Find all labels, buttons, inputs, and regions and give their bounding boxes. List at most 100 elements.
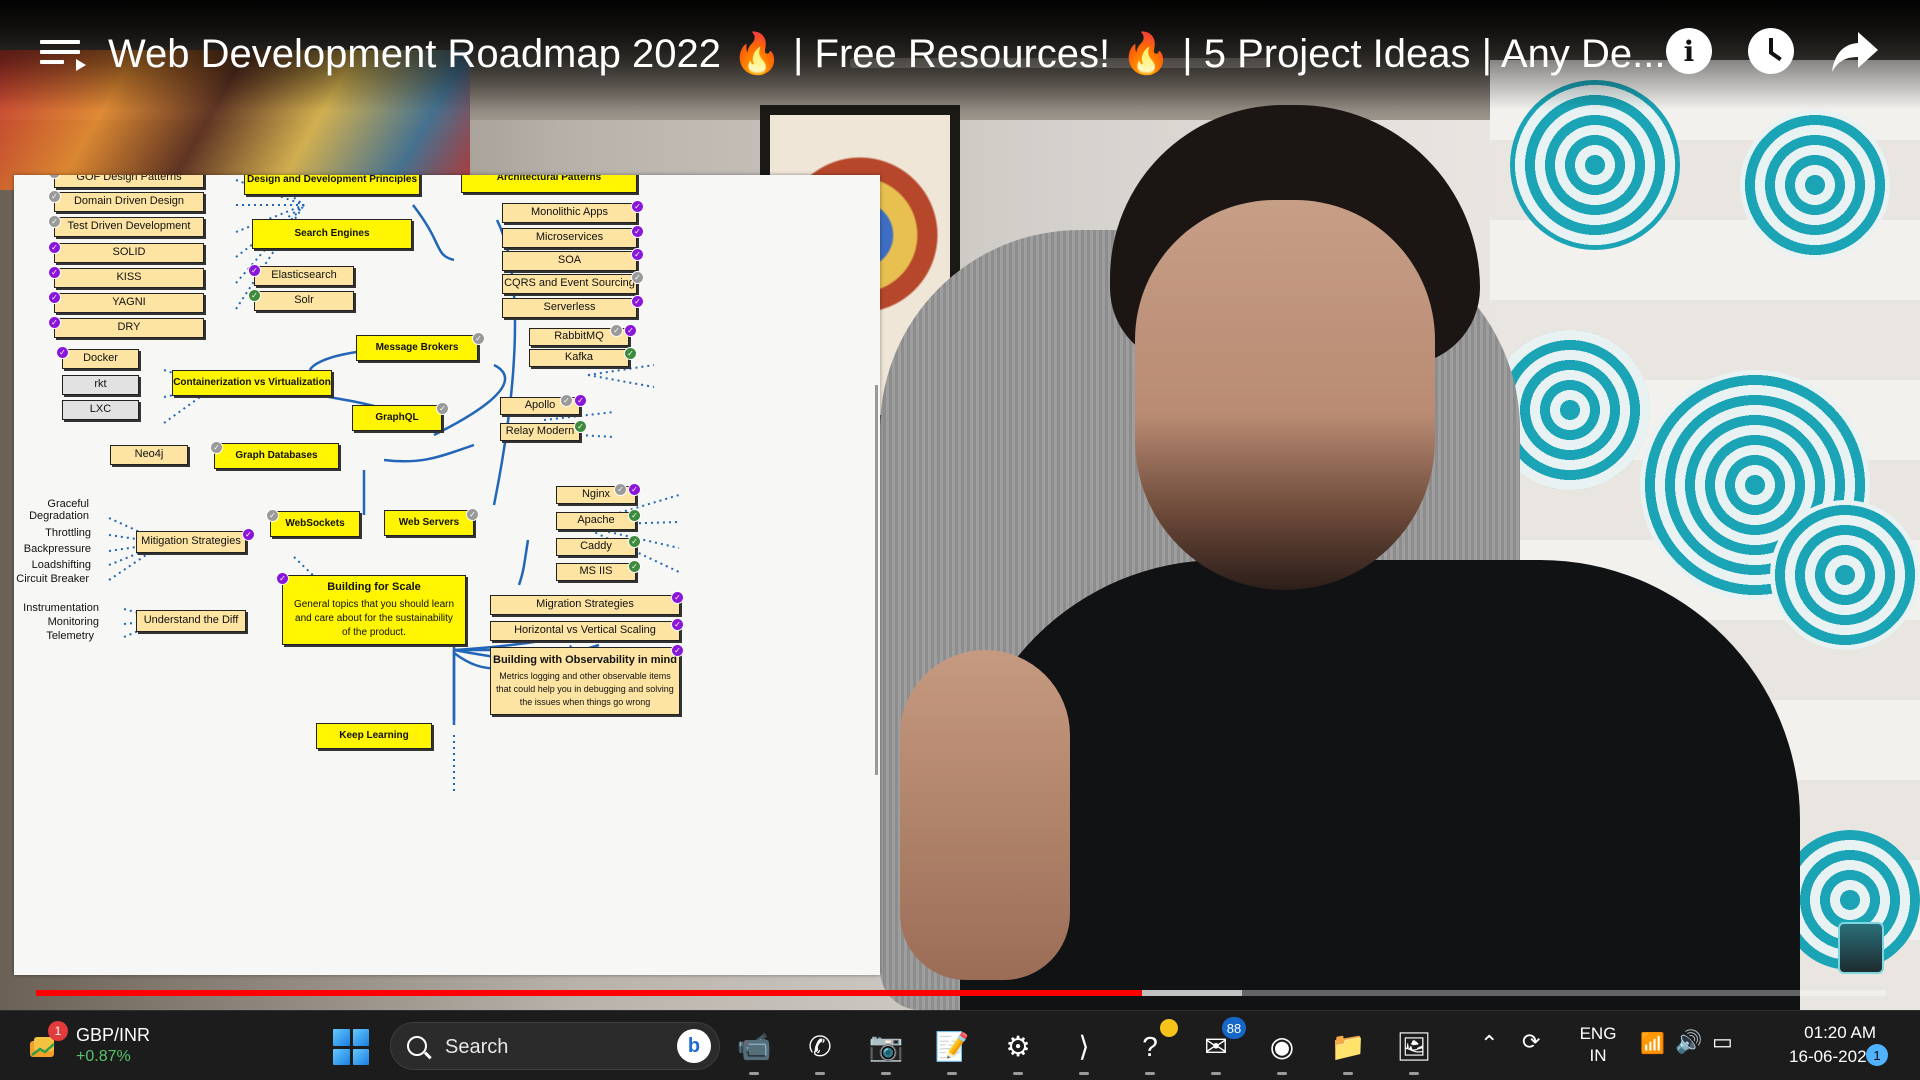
done-check-icon: ✓ xyxy=(671,618,684,631)
node-serverless: Serverless xyxy=(502,298,637,318)
done-check-icon: ✓ xyxy=(210,441,223,454)
file-explorer-icon-glyph: 📁 xyxy=(1330,1031,1366,1062)
node-search-engines: Search Engines xyxy=(252,219,412,249)
widget-badge: 1 xyxy=(48,1021,68,1041)
connector-line xyxy=(383,443,475,463)
presenter-body xyxy=(960,560,1800,1010)
info-icon[interactable]: i xyxy=(1666,28,1712,74)
outlook-icon-glyph: ✉ xyxy=(1204,1031,1228,1062)
start-button[interactable] xyxy=(333,1029,369,1065)
camera-icon-glyph: 📷 xyxy=(868,1031,904,1062)
camera-icon[interactable]: 📷 xyxy=(864,1025,908,1075)
taskbar-search[interactable]: Search b xyxy=(390,1022,720,1070)
done-check-icon: ✓ xyxy=(436,402,449,415)
label-throttling: Throttling xyxy=(45,527,91,540)
node-websockets: WebSockets xyxy=(270,511,360,537)
chrome-icon[interactable]: ◉ xyxy=(1260,1025,1304,1075)
observability-title: Building with Observability in mind xyxy=(493,654,677,667)
outlook-icon[interactable]: ✉ 88 xyxy=(1194,1017,1246,1075)
connector-line xyxy=(433,363,506,437)
done-check-icon: ✓ xyxy=(631,271,644,284)
roadmap-scrollbar[interactable] xyxy=(875,385,878,775)
show-hidden-icons-icon[interactable]: ⌃ xyxy=(1480,1031,1498,1057)
bing-icon[interactable]: b xyxy=(677,1029,711,1063)
node-neo4j: Neo4j xyxy=(110,445,188,465)
running-indicator xyxy=(1145,1072,1155,1075)
done-check-icon: ✓ xyxy=(628,509,641,522)
playlist-menu-icon[interactable] xyxy=(40,40,86,72)
running-indicator xyxy=(1409,1072,1419,1075)
node-graphql: GraphQL xyxy=(352,405,442,431)
help-icon-glyph: ? xyxy=(1142,1031,1158,1062)
language-line2: IN xyxy=(1589,1046,1607,1065)
node-gof: GOF Design Patterns xyxy=(54,175,204,188)
done-check-icon: ✓ xyxy=(560,394,573,407)
observability-desc-2: that could help you in debugging and sol… xyxy=(496,684,674,695)
weather-stock-widget[interactable]: 1 GBP/INR +0.87% xyxy=(22,1021,172,1071)
video-title[interactable]: Web Development Roadmap 2022 🔥 | Free Re… xyxy=(108,30,1668,77)
volume-icon[interactable]: 🔊 xyxy=(1675,1029,1702,1055)
dotted-connector xyxy=(587,374,655,388)
building-scale-desc-3: of the product. xyxy=(342,626,406,638)
running-indicator xyxy=(1277,1072,1287,1075)
curtain-pattern xyxy=(1770,500,1920,650)
clock-time: 01:20 AM xyxy=(1804,1023,1876,1042)
attention-dot xyxy=(1160,1019,1178,1037)
vscode-icon[interactable]: ⟩ xyxy=(1062,1025,1106,1075)
node-soa: SOA xyxy=(502,251,637,271)
channel-watermark[interactable] xyxy=(1838,922,1884,974)
connector-line xyxy=(412,204,455,262)
label-graceful: Graceful xyxy=(47,498,89,511)
done-check-icon: ✓ xyxy=(624,324,637,337)
watch-later-icon[interactable] xyxy=(1748,28,1794,74)
help-icon[interactable]: ? xyxy=(1128,1019,1178,1075)
running-indicator xyxy=(1343,1072,1353,1075)
label-loadshifting: Loadshifting xyxy=(31,559,91,572)
wifi-icon[interactable]: 📶 xyxy=(1640,1031,1665,1056)
node-yagni: YAGNI xyxy=(54,293,204,313)
done-check-icon: ✓ xyxy=(48,190,61,203)
photos-icon[interactable]: 🖼 xyxy=(1392,1025,1436,1075)
file-explorer-icon[interactable]: 📁 xyxy=(1326,1025,1370,1075)
node-message-brokers: Message Brokers xyxy=(356,335,478,361)
done-check-icon: ✓ xyxy=(266,509,279,522)
settings-icon-glyph: ⚙ xyxy=(1005,1031,1031,1062)
node-relay: Relay Modern xyxy=(500,423,580,441)
done-check-icon: ✓ xyxy=(248,264,261,277)
teams-meet-icon[interactable]: 📹 xyxy=(732,1025,776,1075)
node-kafka: Kafka xyxy=(529,349,629,367)
notification-badge[interactable]: 1 xyxy=(1866,1044,1888,1066)
done-check-icon: ✓ xyxy=(48,241,61,254)
node-microservices: Microservices xyxy=(502,228,637,248)
node-architectural-patterns: Architectural Patterns xyxy=(461,175,637,193)
sync-icon[interactable]: ⟳ xyxy=(1522,1029,1540,1055)
running-indicator xyxy=(947,1072,957,1075)
video-progress-bar[interactable] xyxy=(36,990,1886,996)
done-check-icon: ✓ xyxy=(574,394,587,407)
node-elasticsearch: Elasticsearch xyxy=(254,266,354,286)
notepad-icon[interactable]: 📝 xyxy=(930,1025,974,1075)
building-scale-title: Building for Scale xyxy=(327,581,421,594)
battery-icon[interactable]: ▭ xyxy=(1712,1029,1733,1055)
observability-desc-3: the issues when things go wrong xyxy=(519,696,651,707)
share-icon[interactable] xyxy=(1830,28,1880,74)
roadmap-diagram: GOF Design Patterns Domain Driven Design… xyxy=(14,175,880,975)
label-instrumentation: Instrumentation xyxy=(23,602,99,615)
node-horizontal: Horizontal vs Vertical Scaling xyxy=(490,621,680,641)
done-check-icon: ✓ xyxy=(671,591,684,604)
node-keep-learning: Keep Learning xyxy=(316,723,432,749)
done-check-icon: ✓ xyxy=(466,508,479,521)
system-clock[interactable]: 01:20 AM 16-06-2023 xyxy=(1756,1021,1876,1069)
done-check-icon: ✓ xyxy=(242,528,255,541)
label-circuit-breaker: Circuit Breaker xyxy=(16,573,89,586)
done-check-icon: ✓ xyxy=(56,346,69,359)
node-containerization: Containerization vs Virtualization xyxy=(172,370,332,396)
done-check-icon: ✓ xyxy=(628,535,641,548)
done-check-icon: ✓ xyxy=(48,316,61,329)
done-check-icon: ✓ xyxy=(248,289,261,302)
whatsapp-icon[interactable]: ✆ xyxy=(798,1025,842,1075)
settings-icon[interactable]: ⚙ xyxy=(996,1025,1040,1075)
running-indicator xyxy=(881,1072,891,1075)
language-indicator[interactable]: ENG IN xyxy=(1578,1023,1618,1067)
node-lxc: LXC xyxy=(62,400,139,420)
